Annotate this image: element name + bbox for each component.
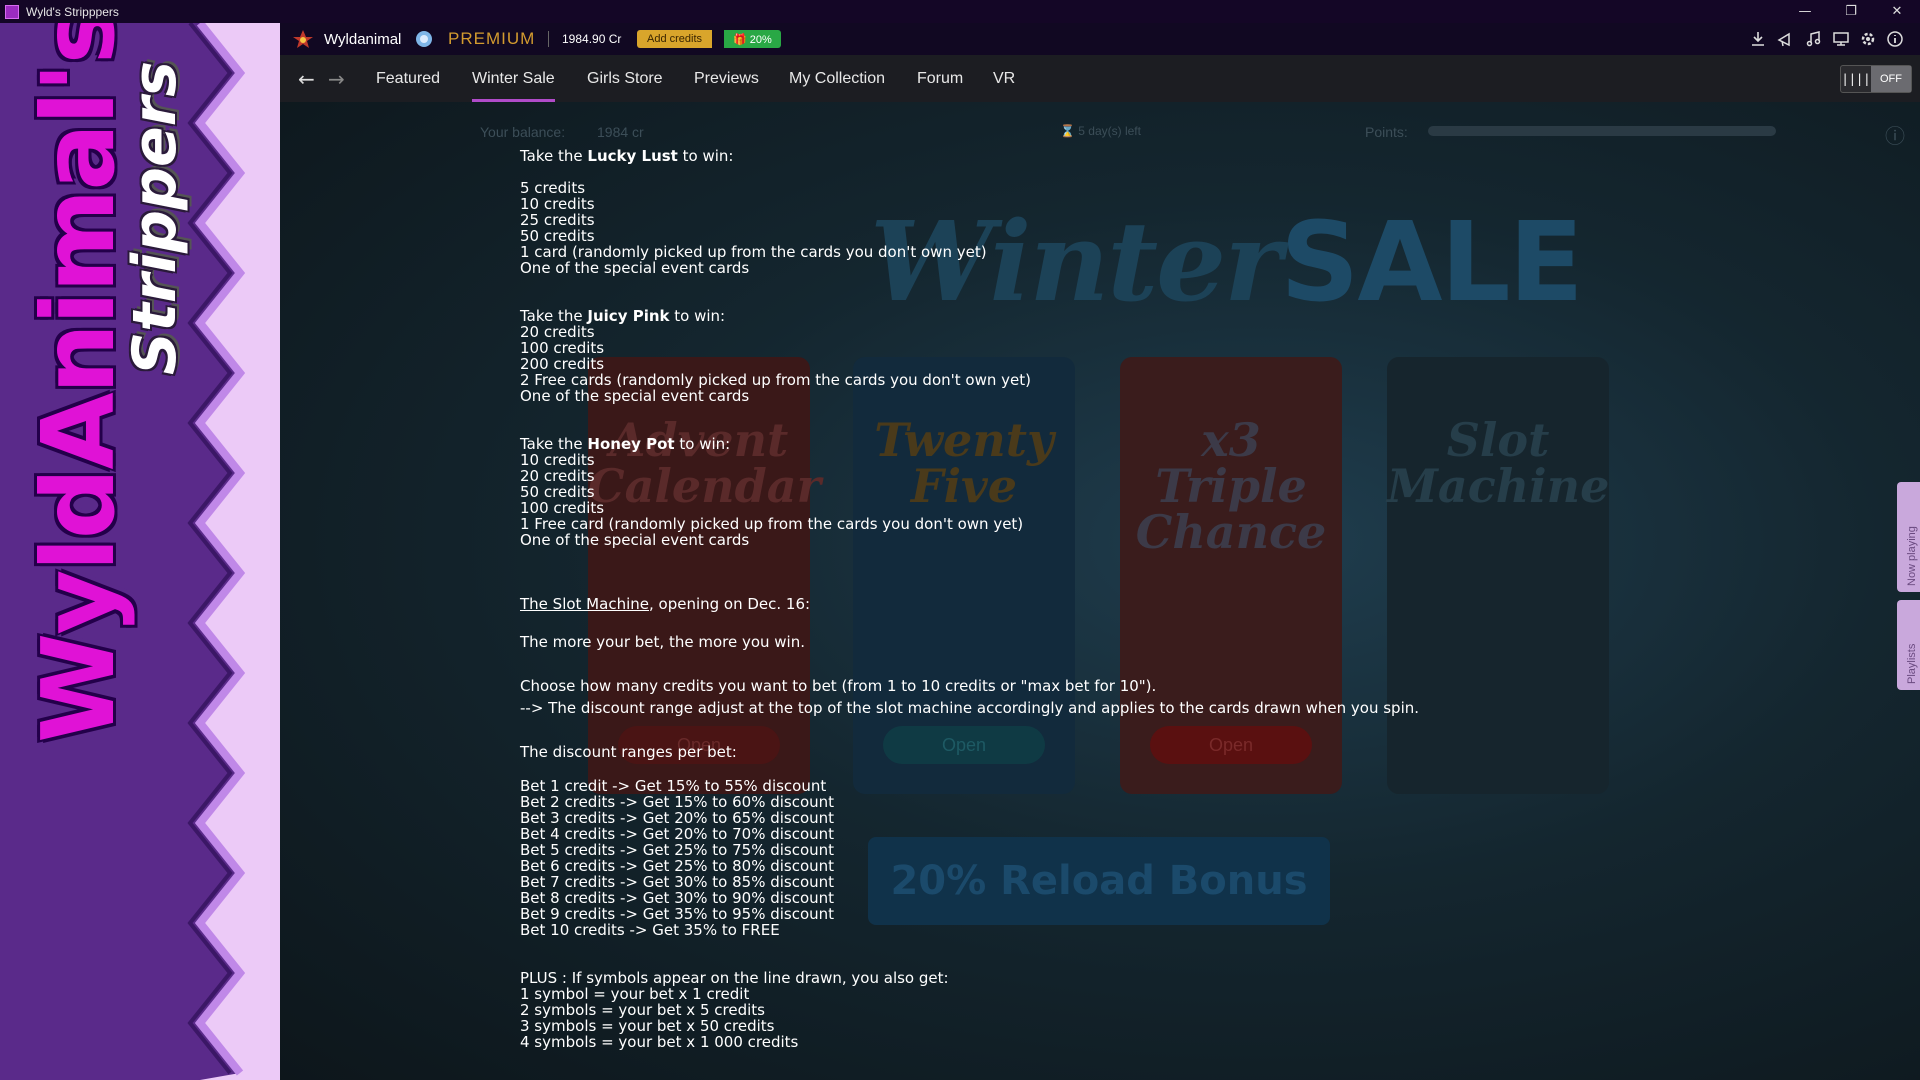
list-item: One of the special event cards — [520, 387, 750, 405]
credit-balance: 1984.90 Cr — [562, 32, 622, 46]
header-divider — [548, 31, 549, 47]
range-item: Bet 1 credit -> Get 15% to 55% discount — [520, 777, 827, 795]
restore-button[interactable]: ❐ — [1828, 0, 1874, 23]
range-item: Bet 7 credits -> Get 30% to 85% discount — [520, 873, 835, 891]
range-item: Bet 10 credits -> Get 35% to FREE — [520, 921, 780, 939]
tab-vr[interactable]: VR — [993, 55, 1015, 102]
lucky-lust-heading: Take the Lucky Lust to win: — [520, 147, 734, 165]
list-item: 25 credits — [520, 211, 595, 229]
add-credits-button[interactable]: Add credits — [637, 30, 713, 48]
tab-featured[interactable]: Featured — [376, 55, 440, 102]
symbol-item: 1 symbol = your bet x 1 credit — [520, 985, 750, 1003]
username[interactable]: Wyldanimal — [324, 23, 401, 55]
card-title: Slot Machine — [1387, 413, 1610, 513]
list-item: 1 card (randomly picked up from the card… — [520, 243, 987, 261]
range-item: Bet 8 credits -> Get 30% to 90% discount — [520, 889, 835, 907]
app-icon — [5, 4, 19, 19]
range-item: Bet 3 credits -> Get 20% to 65% discount — [520, 809, 835, 827]
range-item: Bet 2 credits -> Get 15% to 60% discount — [520, 793, 835, 811]
range-item: Bet 9 credits -> Get 35% to 95% discount — [520, 905, 835, 923]
bonus-badge[interactable]: 🎁 20% — [724, 30, 781, 48]
your-balance-label: Your balance: — [480, 124, 566, 140]
list-item: 2 Free cards (randomly picked up from th… — [520, 371, 1031, 389]
download-icon[interactable] — [1748, 29, 1768, 49]
now-playing-label: Now playing — [1906, 526, 1918, 586]
list-item: 20 credits — [520, 323, 595, 341]
main-navigation: ← → Featured Winter Sale Girls Store Pre… — [280, 55, 1920, 102]
bars-icon: |||| — [1841, 72, 1871, 86]
tab-my-collection[interactable]: My Collection — [789, 55, 885, 102]
range-item: Bet 4 credits -> Get 20% to 70% discount — [520, 825, 835, 843]
close-button[interactable]: ✕ — [1874, 0, 1920, 23]
symbol-item: 2 symbols = your bet x 5 credits — [520, 1001, 765, 1019]
tab-girls-store[interactable]: Girls Store — [587, 55, 663, 102]
back-arrow-icon[interactable]: ← — [298, 67, 315, 91]
choose-text: Choose how many credits you want to bet … — [520, 677, 1157, 695]
discount-note: --> The discount range adjust at the top… — [520, 699, 1420, 717]
symbol-item: 4 symbols = your bet x 1 000 credits — [520, 1033, 799, 1051]
list-item: 50 credits — [520, 483, 595, 501]
forward-arrow-icon[interactable]: → — [328, 67, 345, 91]
list-item: 200 credits — [520, 355, 605, 373]
brand-sidebar: WyldAnimal's Strippers — [0, 23, 280, 1080]
list-item: 10 credits — [520, 195, 595, 213]
tab-winter-sale[interactable]: Winter Sale — [472, 55, 555, 102]
range-item: Bet 6 credits -> Get 25% to 80% discount — [520, 857, 835, 875]
announcement-icon[interactable] — [1775, 29, 1795, 49]
ranges-title: The discount ranges per bet: — [520, 743, 737, 761]
avatar-icon[interactable] — [292, 29, 314, 49]
juicy-pink-heading: Take the Juicy Pink to win: — [520, 307, 726, 325]
display-toggle[interactable]: |||| OFF — [1840, 65, 1912, 93]
list-item: 20 credits — [520, 467, 595, 485]
playlists-tab[interactable]: Playlists — [1897, 600, 1920, 690]
list-item: 1 Free card (randomly picked up from the… — [520, 515, 1024, 533]
top-header: Wyldanimal PREMIUM 1984.90 Cr Add credit… — [280, 23, 1920, 55]
points-progress-bar — [1428, 126, 1776, 136]
list-item: 100 credits — [520, 339, 605, 357]
list-item: One of the special event cards — [520, 531, 750, 549]
slot-machine-heading: The Slot Machine, opening on Dec. 16: — [520, 595, 811, 613]
winter-sale-info: Take the Lucky Lust to win: 5 credits 10… — [520, 148, 1420, 1050]
tab-forum[interactable]: Forum — [917, 55, 963, 102]
info-icon[interactable] — [1885, 29, 1905, 49]
plus-title: PLUS : If symbols appear on the line dra… — [520, 969, 949, 987]
toggle-state: OFF — [1871, 66, 1911, 92]
range-item: Bet 5 credits -> Get 25% to 75% discount — [520, 841, 835, 859]
symbol-item: 3 symbols = your bet x 50 credits — [520, 1017, 775, 1035]
list-item: One of the special event cards — [520, 259, 750, 277]
more-bet-text: The more your bet, the more you win. — [520, 633, 805, 651]
honey-pot-heading: Take the Honey Pot to win: — [520, 435, 731, 453]
tab-previews[interactable]: Previews — [694, 55, 759, 102]
brand-logo-sub: Strippers — [120, 61, 190, 375]
list-item: 50 credits — [520, 227, 595, 245]
days-left: ⌛ 5 day(s) left — [1060, 124, 1141, 138]
window-titlebar: Wyld's Stripppers — ❐ ✕ — [0, 0, 1920, 23]
slot-machine-link[interactable]: The Slot Machine — [520, 595, 649, 613]
now-playing-tab[interactable]: Now playing — [1897, 482, 1920, 592]
help-icon[interactable]: ⓘ — [1885, 120, 1905, 149]
music-icon[interactable] — [1803, 29, 1823, 49]
list-item: 10 credits — [520, 451, 595, 469]
list-item: 5 credits — [520, 179, 586, 197]
points-label: Points: — [1365, 124, 1408, 140]
list-item: 100 credits — [520, 499, 605, 517]
slot-machine-card[interactable]: Slot Machine — [1387, 357, 1609, 794]
premium-label: PREMIUM — [448, 29, 536, 48]
settings-icon[interactable] — [1858, 29, 1878, 49]
your-balance-value: 1984 cr — [597, 124, 644, 140]
window-title: Wyld's Stripppers — [26, 4, 119, 19]
playlists-label: Playlists — [1906, 643, 1918, 684]
monitor-icon[interactable] — [1831, 29, 1851, 49]
verified-badge-icon — [415, 23, 433, 55]
minimize-button[interactable]: — — [1782, 0, 1828, 23]
